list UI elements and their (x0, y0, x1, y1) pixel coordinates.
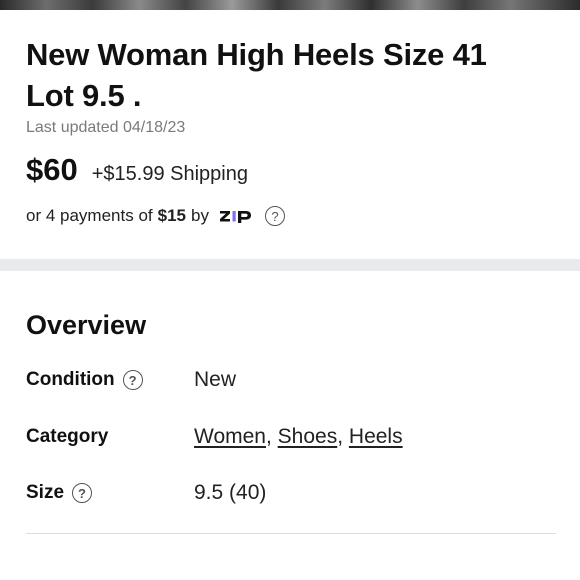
condition-row: Condition ? New (26, 368, 556, 392)
category-row: Category Women, Shoes, Heels (26, 425, 556, 449)
size-row: Size ? 9.5 (40) (26, 481, 556, 505)
overview-bottom-divider (26, 533, 556, 534)
listing-photo-edge[interactable] (0, 0, 580, 10)
size-label: Size (26, 482, 65, 503)
category-separator: , (265, 425, 272, 448)
category-link-shoes[interactable]: Shoes (278, 425, 338, 448)
zip-help-icon[interactable]: ? (264, 206, 285, 226)
category-link-women[interactable]: Women (194, 425, 266, 448)
shipping-cost: +$15.99 Shipping (91, 163, 248, 185)
last-updated-text: Last updated 04/18/23 (26, 119, 186, 136)
category-label: Category (26, 426, 109, 447)
size-help-icon[interactable]: ? (72, 483, 93, 503)
section-divider (0, 259, 580, 271)
listing-title: New Woman High Heels Size 41 Lot 9.5 . (26, 37, 487, 113)
overview-title: Overview (26, 310, 147, 340)
category-label-wrap: Category (26, 426, 194, 448)
installment-payments: or 4 payments of $15 by ? (26, 206, 285, 226)
payments-amount: $15 (157, 206, 186, 225)
category-link-heels[interactable]: Heels (349, 425, 403, 448)
condition-help-icon[interactable]: ? (122, 370, 143, 390)
price: $60 (26, 152, 78, 187)
payments-prefix: or 4 payments of (26, 206, 153, 225)
category-separator: , (337, 425, 344, 448)
zip-logo-icon (219, 206, 265, 226)
category-value: Women, Shoes, Heels (194, 425, 403, 449)
size-label-wrap: Size ? (26, 482, 194, 504)
condition-label: Condition (26, 369, 115, 390)
size-value: 9.5 (40) (194, 481, 267, 504)
condition-label-wrap: Condition ? (26, 369, 194, 391)
payments-by: by (191, 206, 209, 225)
price-row: $60 +$15.99 Shipping (26, 152, 248, 188)
condition-value: New (194, 368, 237, 391)
